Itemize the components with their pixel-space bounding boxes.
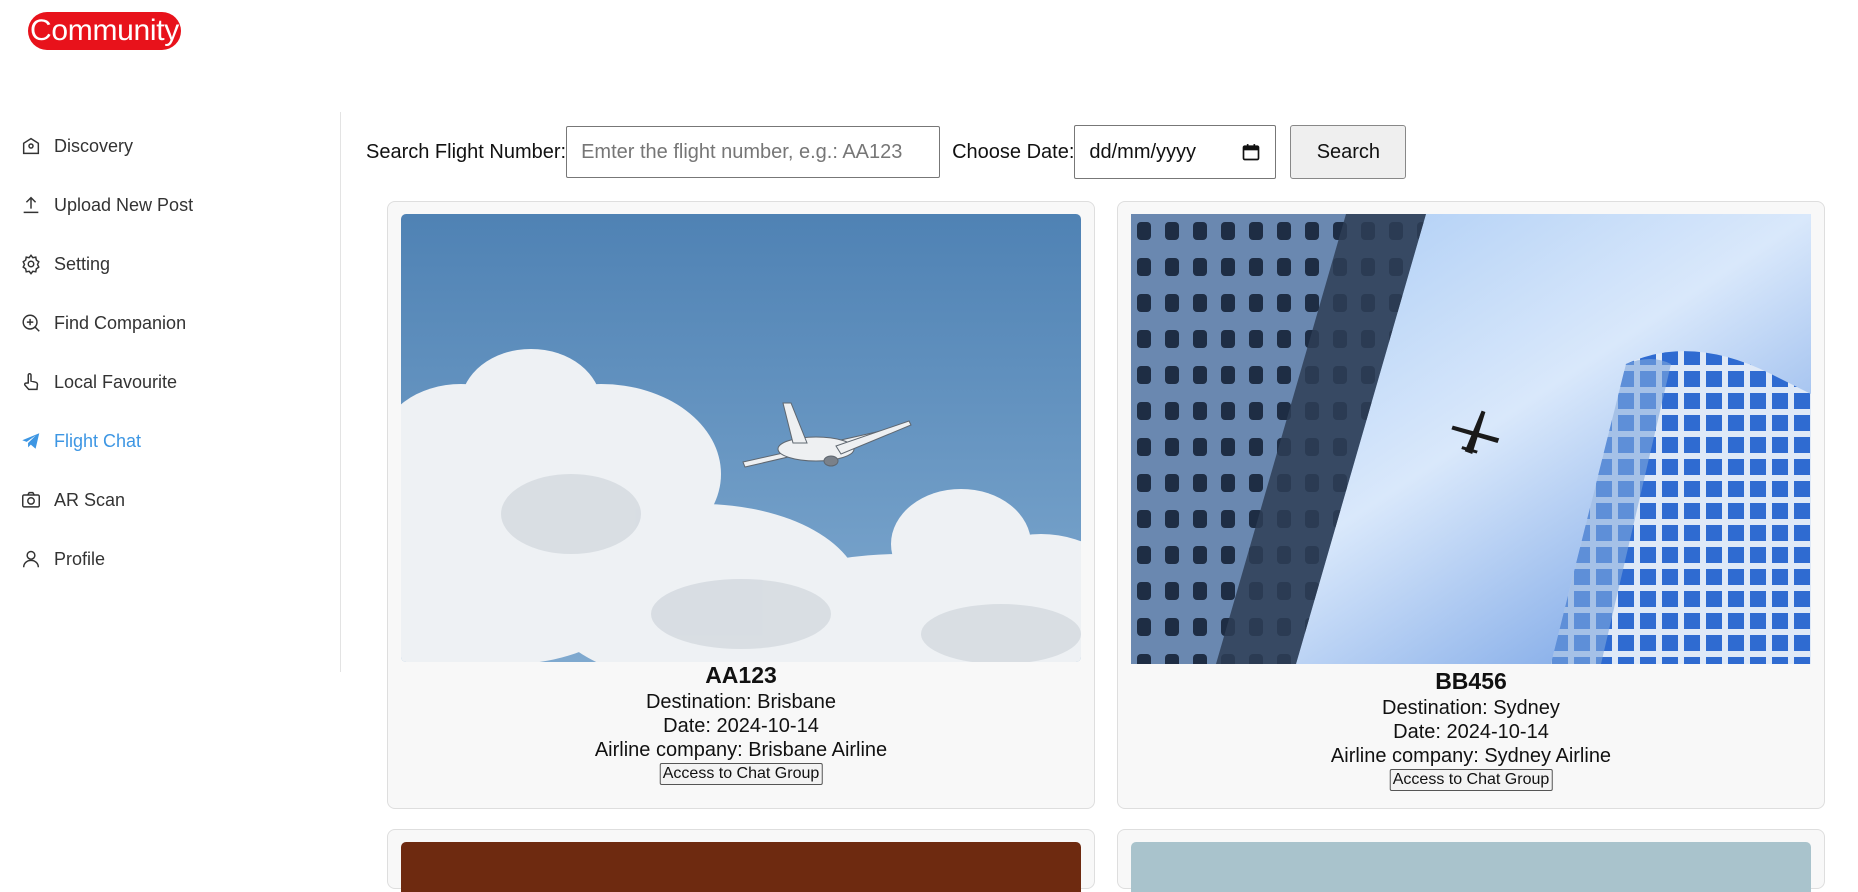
gear-icon [22,254,40,275]
flight-number-input[interactable] [566,126,941,178]
paper-plane-icon [22,433,40,449]
sidebar-item-label: Setting [54,253,111,274]
access-chat-group-button[interactable]: Access to Chat Group [659,763,823,785]
flight-card [1117,829,1825,892]
flight-image-partial [1131,842,1811,892]
flight-airline: Airline company: Brisbane Airline [594,739,888,761]
search-button[interactable]: Search [1290,125,1407,179]
date-label: Choose Date: [952,140,1075,163]
sidebar-item-label: AR Scan [54,489,126,510]
date-picker[interactable]: dd/mm/yyyy [1074,125,1277,179]
app-logo[interactable]: Community [28,12,181,50]
flight-destination: Destination: Sydney [1382,697,1560,719]
calendar-icon[interactable] [1241,142,1261,162]
sidebar-item-discovery[interactable]: Discovery [20,131,133,161]
flight-image-airplane-clouds [401,214,1081,662]
flight-image-airplane-skyscrapers [1131,214,1811,664]
flight-image-partial [401,842,1081,892]
sidebar-item-label: Find Companion [54,312,187,333]
sidebar: Discovery Upload New Post Setting Find C… [0,112,341,672]
sidebar-item-ar-scan[interactable]: AR Scan [20,485,125,515]
flight-airline: Airline company: Sydney Airline [1330,745,1612,767]
sidebar-item-profile[interactable]: Profile [20,544,105,574]
sidebar-item-label: Discovery [54,135,134,156]
date-value: dd/mm/yyyy [1089,140,1197,163]
upload-icon [23,196,39,214]
sidebar-item-label: Profile [54,548,106,569]
search-plus-icon [22,314,40,332]
sidebar-item-find-companion[interactable]: Find Companion [20,308,186,338]
sidebar-item-label: Flight Chat [54,430,142,451]
flight-number: AA123 [705,662,777,688]
flight-number-label: Search Flight Number: [366,140,567,163]
sidebar-item-upload[interactable]: Upload New Post [20,190,193,220]
flight-number: BB456 [1435,668,1507,694]
home-icon [22,137,40,155]
sidebar-item-label: Upload New Post [54,194,194,215]
camera-icon [22,491,40,508]
user-icon [22,550,40,568]
flight-search-bar: Search Flight Number: Choose Date: dd/mm… [366,125,1407,179]
sidebar-item-flight-chat[interactable]: Flight Chat [20,426,141,456]
flight-card [387,829,1095,892]
flight-date: Date: 2024-10-14 [1393,721,1549,743]
flight-card: BB456 Destination: Sydney Date: 2024-10-… [1117,201,1825,809]
flight-destination: Destination: Brisbane [645,691,837,713]
sidebar-item-label: Local Favourite [54,371,178,392]
flight-card: AA123 Destination: Brisbane Date: 2024-1… [387,201,1095,809]
flight-date: Date: 2024-10-14 [663,715,819,737]
access-chat-group-button[interactable]: Access to Chat Group [1389,769,1553,791]
hand-pointer-icon [23,373,39,391]
sidebar-item-setting[interactable]: Setting [20,249,110,279]
sidebar-item-local-favourite[interactable]: Local Favourite [20,367,177,397]
